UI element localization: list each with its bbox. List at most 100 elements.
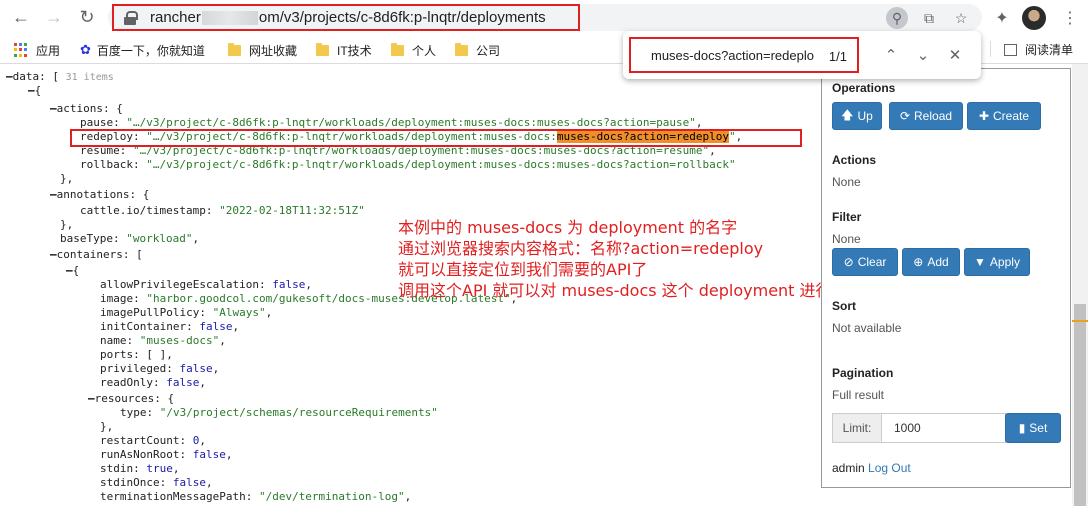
json-key: allowPrivilegeEscalation [100,278,259,291]
json-key: pause [80,116,114,129]
find-query: muses-docs?action=redeplo [651,47,814,63]
back-arrow-icon[interactable]: ← [10,6,32,28]
reading-list-button[interactable]: 阅读清单 [1004,41,1073,58]
bookmark-apps[interactable]: 应用 [14,41,60,59]
bookmark-label: 个人 [412,43,437,58]
json-key: data [12,70,40,83]
folder-icon [455,42,468,56]
json-key: stdin [100,462,134,475]
more-vert-icon[interactable]: ⋮ [1058,6,1082,30]
bookmark-baidu[interactable]: ✿ 百度一下，你就知道 [80,41,205,59]
json-key: rollback [80,158,133,171]
limit-label: Limit: [832,413,882,443]
bookmark-folder[interactable]: IT技术 [316,41,372,59]
json-string: "workload" [126,232,193,245]
url-host-suffix: om [258,9,280,26]
search-zoom-icon[interactable]: ⚲ [886,7,908,29]
json-bool: false [272,278,306,291]
json-bool: false [199,320,233,333]
bookmark-divider [990,41,991,57]
logout-link[interactable]: Log Out [868,461,911,475]
url-host-prefix: rancher [150,9,201,26]
json-key: baseType [60,232,113,245]
button-label: Apply [989,255,1020,269]
plus-circle-icon: ⊕ [913,255,924,269]
arrow-up-icon: 🡅 [841,107,854,122]
json-key: annotations [56,188,130,201]
json-key: containers [56,248,123,261]
json-key: ports [100,348,134,361]
share-icon[interactable]: ⧉ [918,7,940,29]
bookmark-label: 公司 [476,43,501,58]
bookmark-label: 百度一下，你就知道 [96,43,205,58]
create-button[interactable]: ✚ Create [967,102,1041,130]
url-redacted [201,10,258,25]
json-key: name [100,334,127,347]
folder-icon [228,42,241,56]
username: admin [832,461,865,475]
reload-icon[interactable]: ↻ [76,6,98,28]
apply-filter-button[interactable]: ▼ Apply [964,248,1030,276]
bookmark-folder[interactable]: 公司 [455,41,500,59]
address-bar[interactable]: rancher om /v3/projects/c-8d6fk:p-lnqtr/… [108,4,982,31]
chevron-down-icon[interactable]: ⌄ [913,45,933,65]
json-key: restartCount [100,434,180,447]
chevron-up-icon[interactable]: ⌃ [881,45,901,65]
forward-arrow-icon[interactable]: → [43,6,65,28]
pagination-title: Pagination [832,366,894,380]
collapse-toggle[interactable]: – [50,102,57,115]
set-limit-button[interactable]: ▮ Set [1005,413,1061,443]
json-link[interactable]: "…/v3/project/c-8d6fk:p-lnqtr/workloads/… [146,158,735,171]
button-label: Clear [857,255,887,269]
star-icon[interactable]: ☆ [950,7,972,29]
browser-toolbar: ← → ↻ rancher om /v3/projects/c-8d6fk:p-… [0,0,1088,34]
lock-icon[interactable] [124,10,138,25]
find-input-box[interactable]: muses-docs?action=redeplo 1/1 [629,37,859,73]
avatar[interactable] [1022,6,1046,30]
scrollbar-thumb[interactable] [1074,304,1086,506]
panel-footer: admin Log Out [832,461,911,475]
page-scrollbar[interactable] [1072,64,1088,506]
json-key: readOnly [100,376,153,389]
collapse-toggle[interactable]: – [6,70,13,83]
json-key: initContainer [100,320,187,333]
button-label: Up [857,109,873,123]
reading-list-label: 阅读清单 [1025,43,1074,57]
json-bool: false [166,376,200,389]
limit-input[interactable] [881,413,1006,443]
api-operations-panel: Operations 🡅 Up ⟳ Reload ✚ Create Actions N… [821,68,1071,488]
json-key: stdinOnce [100,476,160,489]
json-key: image [100,292,134,305]
button-label: Set [1029,421,1048,435]
close-icon[interactable]: ✕ [945,45,965,65]
button-label: Add [927,255,949,269]
json-array: [ ] [146,348,167,361]
json-key: resources [94,392,155,405]
json-bool: false [192,448,226,461]
up-button[interactable]: 🡅 Up [832,102,882,130]
url-highlight-box: rancher om /v3/projects/c-8d6fk:p-lnqtr/… [112,4,580,31]
collapse-toggle[interactable]: – [50,248,57,261]
bookmark-label: 网址收藏 [249,43,298,58]
reload-button[interactable]: ⟳ Reload [889,102,963,130]
bookmark-label: IT技术 [337,43,372,58]
ban-icon: ⊘ [843,255,854,269]
json-bool: true [146,462,173,475]
puzzle-icon[interactable]: ✦ [990,6,1014,30]
filter-title: Filter [832,210,862,224]
filter-value: None [832,232,861,246]
json-key: runAsNonRoot [100,448,180,461]
bookmark-folder[interactable]: 网址收藏 [228,41,297,59]
sort-value: Not available [832,321,902,335]
json-link[interactable]: "…/v3/project/c-8d6fk:p-lnqtr/workloads/… [126,116,696,129]
json-key: actions [56,102,103,115]
find-in-page-bar: muses-docs?action=redeplo 1/1 ⌃ ⌄ ✕ [623,31,981,79]
bookmark-folder[interactable]: 个人 [391,41,436,59]
collapse-toggle[interactable]: – [66,264,73,277]
collapse-toggle[interactable]: – [28,84,35,97]
collapse-toggle[interactable]: – [88,392,95,405]
json-key: type [120,406,147,419]
add-filter-button[interactable]: ⊕ Add [902,248,960,276]
clear-button[interactable]: ⊘ Clear [832,248,898,276]
collapse-toggle[interactable]: – [50,188,57,201]
